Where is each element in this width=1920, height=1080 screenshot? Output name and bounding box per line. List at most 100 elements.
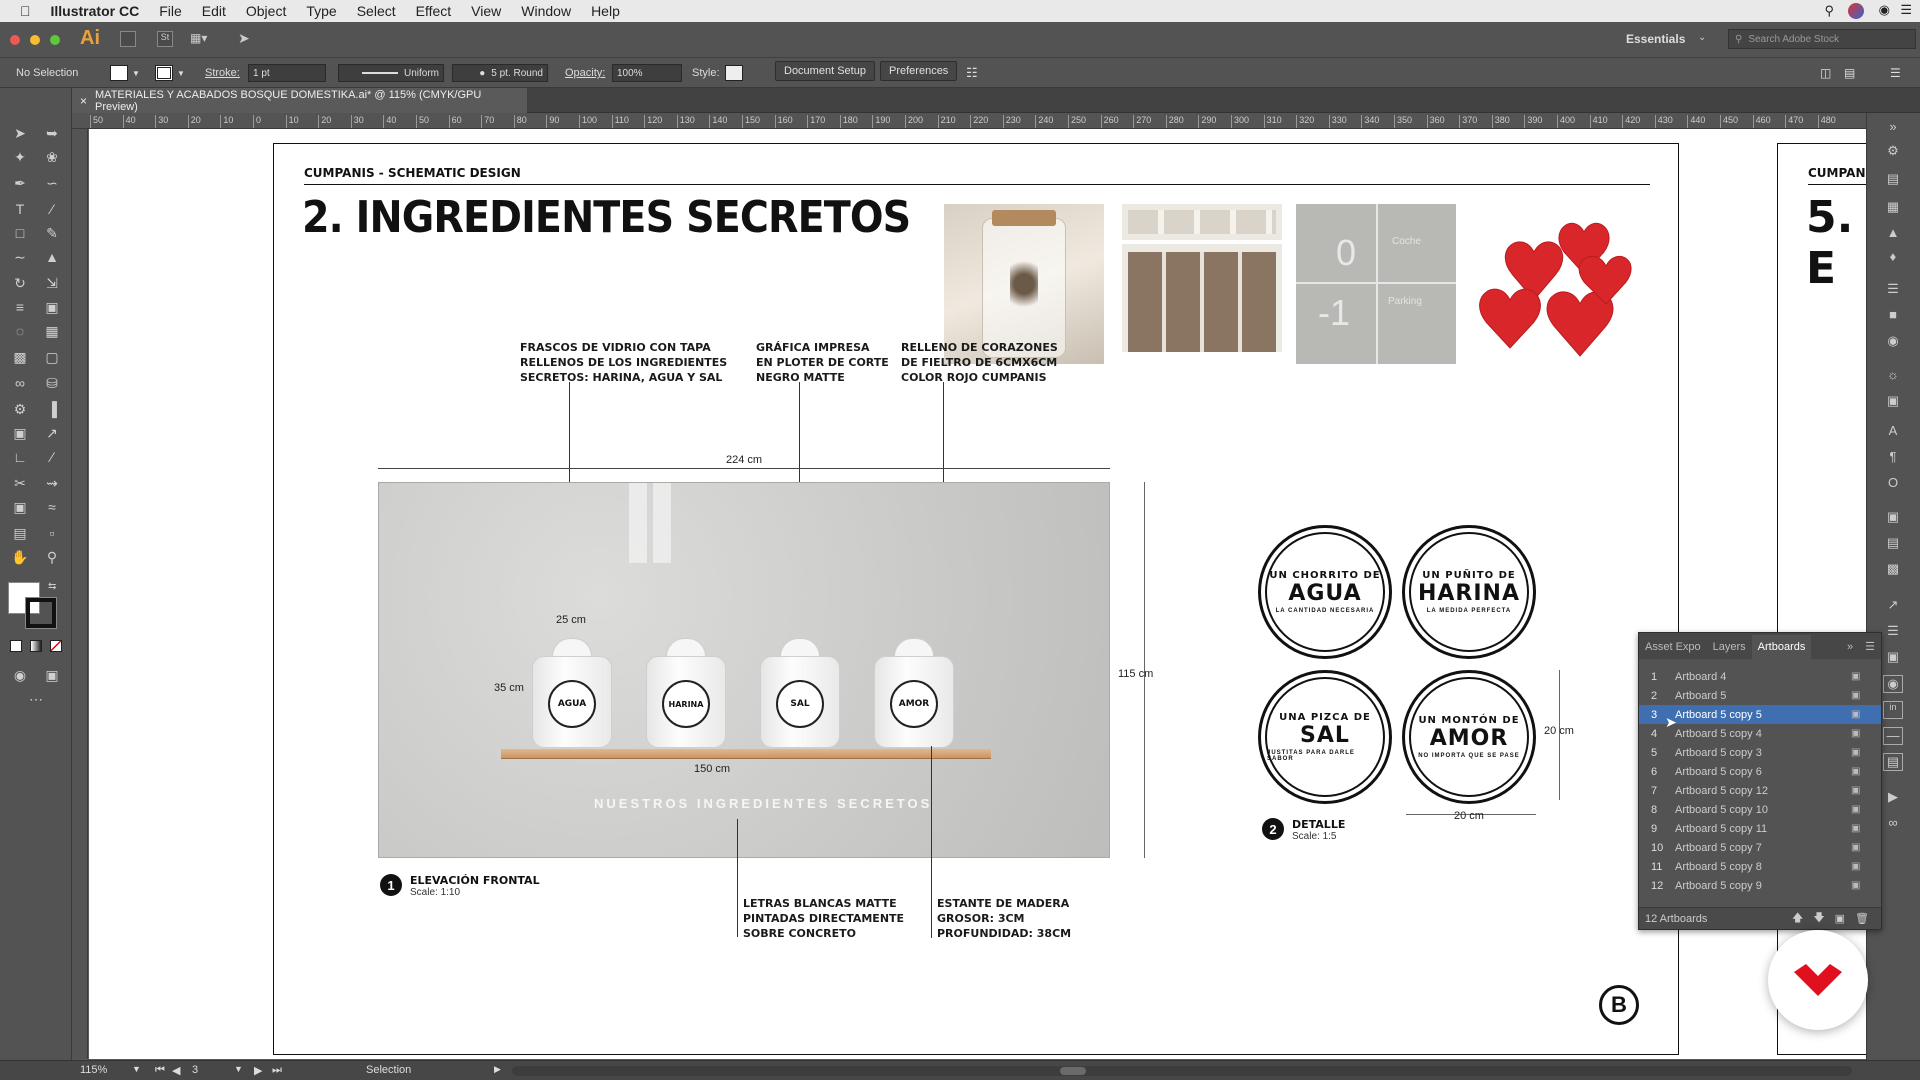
jar-harina[interactable]: HARINA <box>646 638 726 748</box>
magic-wand-tool-icon[interactable]: ✦ <box>8 146 32 168</box>
selection-tool-icon[interactable]: ➤ <box>8 122 32 144</box>
stamp-agua[interactable]: UN CHORRITO DE AGUA LA CANTIDAD NECESARIA <box>1258 525 1392 659</box>
spotlight-icon[interactable]: ⚲ <box>1824 3 1834 19</box>
artboard-list-item[interactable]: 1 Artboard 4 ▣ <box>1639 667 1881 686</box>
artboard-list-item[interactable]: 9 Artboard 5 copy 11 ▣ <box>1639 819 1881 838</box>
photo-felt-hearts[interactable] <box>1472 204 1632 364</box>
app-name[interactable]: Illustrator CC <box>41 3 150 19</box>
transform-icon[interactable]: ▤ <box>1844 64 1855 82</box>
artboard-options-icon[interactable]: ▣ <box>1851 671 1881 682</box>
opacity-label[interactable]: Opacity: <box>565 64 605 82</box>
notification-center-icon[interactable]: ☰ <box>1900 2 1912 18</box>
gradient-tool-icon[interactable]: ▢ <box>40 346 64 368</box>
variable-width-profile[interactable]: Uniform <box>404 68 439 79</box>
rectangle-tool-icon[interactable]: □ <box>8 222 32 244</box>
jar-amor[interactable]: AMOR <box>874 638 954 748</box>
move-up-icon[interactable]: 🡅 <box>1792 909 1803 928</box>
document-info-icon[interactable]: in <box>1883 701 1903 719</box>
current-tool-status[interactable]: Selection <box>366 1064 411 1076</box>
warp-tool-icon[interactable]: ≈ <box>40 496 64 518</box>
artboard-name[interactable]: Artboard 5 copy 5 <box>1675 709 1851 721</box>
transform-panel-icon[interactable]: ▣ <box>1883 509 1903 527</box>
tab-artboards[interactable]: Artboards <box>1751 635 1812 659</box>
artboard-options-icon[interactable]: ▣ <box>1851 690 1881 701</box>
measure-tool-icon[interactable]: ▤ <box>8 522 32 544</box>
paintbrush-tool-icon[interactable]: ✎ <box>40 222 64 244</box>
zoom-tool-icon[interactable]: ⚲ <box>40 546 64 568</box>
artboard-options-icon[interactable]: ▣ <box>1851 842 1881 853</box>
artboard-options-icon[interactable]: ▣ <box>1851 747 1881 758</box>
stroke-panel-icon[interactable]: — <box>1883 727 1903 745</box>
stamp-amor[interactable]: UN MONTÓN DE AMOR NO IMPORTA QUE SE PASE <box>1402 670 1536 804</box>
actions-icon[interactable]: ▶ <box>1883 789 1903 807</box>
navigator-icon[interactable]: ◉ <box>1883 675 1903 693</box>
artboard-options-icon[interactable]: ▣ <box>1851 861 1881 872</box>
direct-selection-tool-icon[interactable]: ➥ <box>40 122 64 144</box>
stroke-weight-field[interactable]: 1 pt <box>248 64 326 82</box>
panel-menu-icon[interactable]: ☰ <box>1859 640 1881 659</box>
artboard-number-field[interactable]: 3 <box>192 1064 198 1076</box>
chevron-down-icon[interactable]: ▼ <box>234 1064 243 1074</box>
scale-tool-icon[interactable]: ⇲ <box>40 272 64 294</box>
artboard-options-icon[interactable]: ▣ <box>1851 823 1881 834</box>
shape-builder-tool-icon[interactable]: ◌ <box>8 320 32 342</box>
blend-tool-icon[interactable]: ⛁ <box>40 372 64 394</box>
artboard-options-icon[interactable]: ▣ <box>1851 709 1881 720</box>
artboard-name[interactable]: Artboard 5 copy 4 <box>1675 728 1851 740</box>
minimize-window-button[interactable] <box>30 35 40 45</box>
opentype-icon[interactable]: O <box>1883 475 1903 493</box>
eyedropper-tool-icon[interactable]: ∞ <box>8 372 32 394</box>
stamp-harina[interactable]: UN PUÑITO DE HARINA LA MEDIDA PERFECTA <box>1402 525 1536 659</box>
edit-toolbar-icon[interactable]: ⋯ <box>24 688 48 710</box>
character-icon[interactable]: A <box>1883 423 1903 441</box>
menu-edit[interactable]: Edit <box>192 3 236 19</box>
move-down-icon[interactable]: 🡇 <box>1813 909 1824 928</box>
menu-window[interactable]: Window <box>511 3 581 19</box>
last-artboard-icon[interactable]: ⏭ <box>272 1064 282 1077</box>
bridge-icon[interactable] <box>120 31 136 47</box>
menu-select[interactable]: Select <box>347 3 406 19</box>
artboard-list-item[interactable]: 12 Artboard 5 copy 9 ▣ <box>1639 876 1881 895</box>
artboard-list-item[interactable]: 10 Artboard 5 copy 7 ▣ <box>1639 838 1881 857</box>
zoom-level-field[interactable]: 115% <box>80 1064 107 1076</box>
shaper-tool-icon[interactable]: ∼ <box>8 246 32 268</box>
properties-icon[interactable]: ⚙ <box>1883 143 1903 161</box>
close-window-button[interactable] <box>10 35 20 45</box>
artboard-name[interactable]: Artboard 5 copy 10 <box>1675 804 1851 816</box>
menu-type[interactable]: Type <box>296 3 346 19</box>
scissors-tool-icon[interactable]: ✂ <box>8 472 32 494</box>
collapse-panels-icon[interactable]: » <box>1883 119 1903 137</box>
none-mode-icon[interactable] <box>50 640 62 652</box>
crop-tool-icon[interactable]: ▣ <box>8 496 32 518</box>
type-tool-icon[interactable]: T <box>8 198 32 220</box>
close-tab-icon[interactable]: × <box>80 94 87 108</box>
document-tab[interactable]: × MATERIALES Y ACABADOS BOSQUE DOMESTIKA… <box>72 88 527 113</box>
fill-swatch[interactable] <box>110 65 128 81</box>
graphic-styles-icon[interactable]: ◉ <box>1883 333 1903 351</box>
horizontal-scroll-thumb[interactable] <box>1060 1067 1086 1075</box>
appearance-icon[interactable]: ☼ <box>1883 367 1903 385</box>
next-artboard-icon[interactable]: ▶ <box>254 1064 262 1077</box>
menu-object[interactable]: Object <box>236 3 296 19</box>
collapse-icon[interactable]: » <box>1841 641 1859 659</box>
previous-artboard-icon[interactable]: ◀ <box>172 1064 180 1077</box>
opacity-field[interactable]: 100% <box>612 64 682 82</box>
brushes-icon[interactable]: ☰ <box>1883 281 1903 299</box>
graphic-style-swatch[interactable] <box>725 65 743 81</box>
menu-effect[interactable]: Effect <box>406 3 462 19</box>
symbols-icon[interactable]: ■ <box>1883 307 1903 325</box>
tab-layers[interactable]: Layers <box>1707 641 1752 659</box>
line-tool-icon[interactable]: ⁄ <box>40 198 64 220</box>
preferences-button[interactable]: Preferences <box>880 61 958 81</box>
lasso-tool-icon[interactable]: ❀ <box>40 146 64 168</box>
chevron-down-icon[interactable]: ▼ <box>132 69 140 78</box>
wood-shelf[interactable] <box>501 749 991 759</box>
stroke-swatch[interactable] <box>155 65 173 81</box>
artboard-list-item[interactable]: 2 Artboard 5 ▣ <box>1639 686 1881 705</box>
artboard-options-icon[interactable]: ▣ <box>1851 785 1881 796</box>
align-icon[interactable]: ◫ <box>1820 64 1831 82</box>
artboard-list-item[interactable]: 11 Artboard 5 copy 8 ▣ <box>1639 857 1881 876</box>
screen-mode-icon[interactable]: ▣ <box>40 664 64 686</box>
delete-artboard-icon[interactable]: 🗑 <box>1855 912 1869 925</box>
width-tool-icon[interactable]: ≡ <box>8 296 32 318</box>
